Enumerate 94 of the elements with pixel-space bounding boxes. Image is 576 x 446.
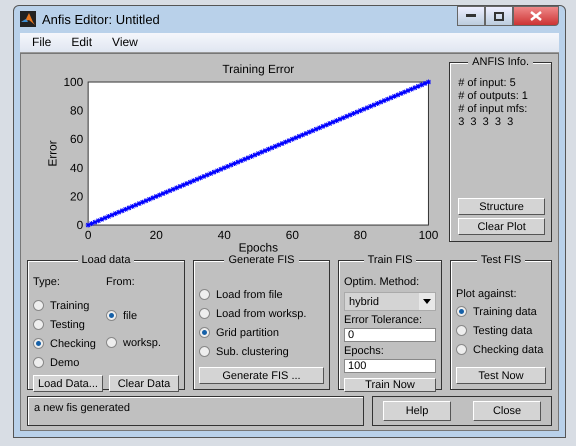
method-label: Optim. Method: [344, 275, 420, 290]
y-tick-label: 60 [70, 132, 84, 146]
close-button[interactable] [513, 6, 559, 26]
maximize-icon [494, 12, 504, 20]
y-tick-label: 80 [70, 104, 84, 118]
tolerance-field[interactable]: 0 [344, 328, 436, 342]
radio-button[interactable] [33, 338, 44, 349]
panel-title: Train FIS [364, 254, 416, 266]
panel-title: Load data [78, 254, 134, 266]
radio-label: Checking [50, 338, 96, 350]
epochs-field[interactable]: 100 [344, 359, 436, 373]
radio-option[interactable]: Sub. clustering [199, 342, 324, 361]
panel-button[interactable]: Structure [458, 198, 545, 215]
info-text: # of outputs: 1 [458, 90, 529, 103]
radio-option[interactable]: Testing data [456, 321, 546, 340]
x-tick-label: 60 [286, 228, 299, 242]
app-logo-icon [20, 11, 36, 28]
info-text: 3 3 3 3 3 [458, 116, 514, 129]
y-tick-label: 20 [70, 189, 84, 204]
menu-item[interactable]: View [104, 33, 146, 52]
radio-button[interactable] [199, 308, 210, 319]
window-title: Anfis Editor: Untitled [42, 12, 160, 27]
y-axis-label: Error [46, 140, 60, 167]
radio-label: Load from file [216, 288, 283, 300]
radio-option[interactable]: Testing [33, 315, 106, 334]
plot-against-label: Plot against: [456, 287, 518, 302]
radio-option[interactable]: Grid partition [199, 323, 324, 342]
radio-button[interactable] [199, 327, 210, 338]
radio-label: Testing data [473, 324, 532, 336]
y-tick-label: 100 [63, 74, 84, 89]
menu-item[interactable]: Edit [63, 33, 100, 52]
x-tick-label: 20 [150, 228, 163, 242]
radio-option[interactable]: Training [33, 296, 106, 315]
radio-button[interactable] [33, 357, 44, 368]
x-axis-label: Epochs [238, 240, 278, 255]
radio-button[interactable] [106, 310, 117, 321]
close-icon [530, 11, 542, 21]
dialog-button[interactable]: Help [383, 401, 451, 421]
method-dropdown[interactable]: hybrid [344, 292, 436, 311]
radio-button[interactable] [199, 289, 210, 300]
radio-label: Load from worksp. [216, 308, 306, 320]
minimize-icon [466, 14, 476, 18]
maximize-button[interactable] [485, 6, 513, 26]
radio-button[interactable] [456, 306, 467, 317]
info-text: # of input mfs: [458, 103, 528, 116]
x-tick-label: 100 [418, 228, 438, 242]
radio-option[interactable]: file [106, 306, 179, 325]
radio-option[interactable]: Checking [33, 334, 106, 353]
test-button[interactable]: Test Now [456, 367, 546, 384]
panel-title: Generate FIS [224, 254, 299, 266]
menu-item[interactable]: File [24, 33, 60, 52]
radio-label: Sub. clustering [216, 346, 289, 358]
from-label: From: [106, 275, 136, 290]
radio-button[interactable] [456, 344, 467, 355]
panel-button[interactable]: Clear Plot [458, 218, 545, 235]
radio-option[interactable]: Training data [456, 302, 546, 321]
train-button[interactable]: Train Now [344, 378, 436, 392]
generate-button[interactable]: Generate FIS ... [199, 367, 324, 384]
dropdown-arrow-icon [423, 299, 431, 304]
y-tick-label: 0 [76, 218, 84, 232]
dialog-button[interactable]: Close [473, 401, 541, 421]
radio-label: Demo [50, 356, 80, 368]
radio-option[interactable]: worksp. [106, 333, 179, 352]
y-tick-label: 40 [70, 160, 84, 175]
radio-label: Testing [50, 318, 85, 330]
type-label: Type: [33, 275, 61, 290]
radio-button[interactable] [33, 300, 44, 311]
info-text: # of input: 5 [458, 77, 517, 90]
status-message: a new fis generated [27, 396, 364, 426]
radio-label: Checking data [473, 344, 544, 356]
radio-button[interactable] [199, 346, 210, 357]
chart-title: Training Error [222, 62, 294, 76]
load-button[interactable]: Load Data... [33, 375, 103, 392]
radio-option[interactable]: Load from worksp. [199, 304, 324, 323]
x-tick-label: 80 [354, 228, 367, 242]
radio-option[interactable]: Demo [33, 353, 106, 372]
epochs-label: Epochs: [344, 344, 385, 359]
radio-button[interactable] [106, 337, 117, 348]
x-tick-label: 0 [84, 228, 92, 242]
radio-label: Training data [473, 306, 537, 318]
radio-label: file [123, 310, 138, 322]
panel-title: Test FIS [476, 254, 526, 266]
load-button[interactable]: Clear Data [109, 375, 179, 392]
radio-option[interactable]: Checking data [456, 340, 546, 359]
radio-option[interactable]: Load from file [199, 285, 324, 304]
radio-label: Training [50, 300, 90, 312]
x-tick-label: 40 [218, 228, 231, 242]
panel-title: ANFIS Info. [468, 56, 534, 68]
radio-button[interactable] [456, 325, 467, 336]
radio-button[interactable] [33, 319, 44, 330]
minimize-button[interactable] [457, 6, 485, 26]
radio-label: Grid partition [216, 326, 279, 338]
tolerance-label: Error Tolerance: [344, 313, 424, 328]
radio-label: worksp. [123, 336, 161, 348]
